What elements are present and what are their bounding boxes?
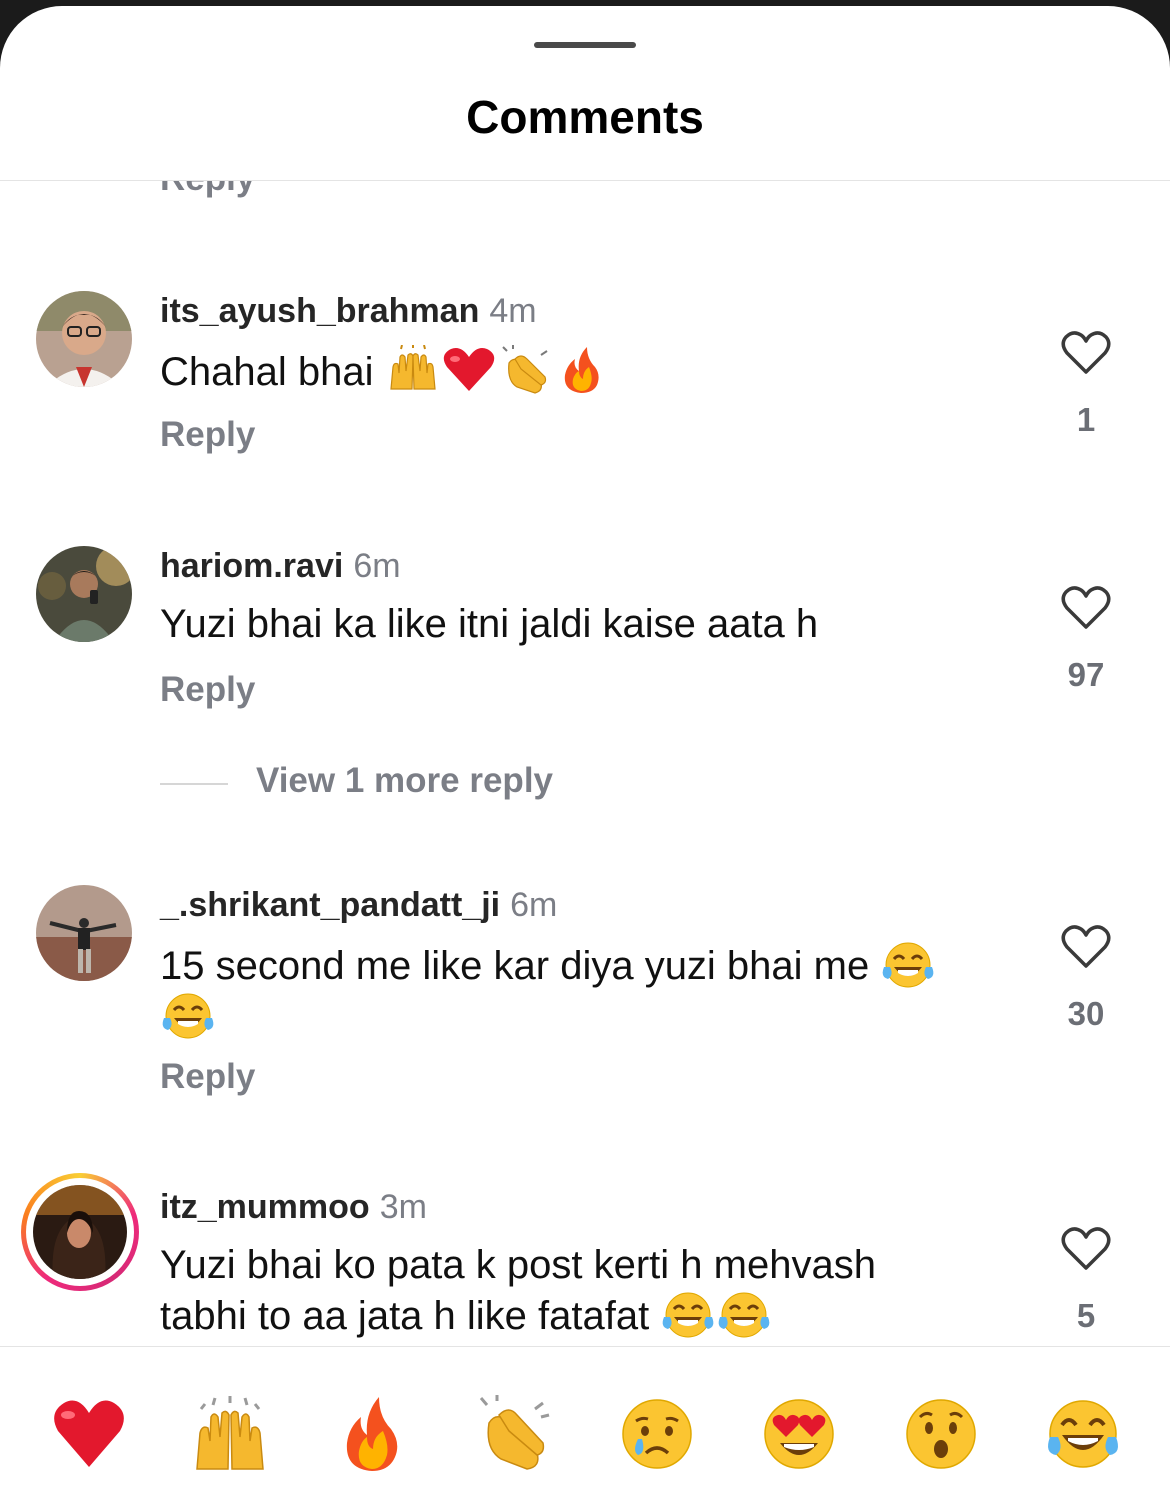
username[interactable]: _.shrikant_pandatt_ji xyxy=(160,886,500,924)
avatar[interactable] xyxy=(36,291,132,387)
comment-meta: hariom.ravi 6m xyxy=(160,546,401,586)
heart-outline-icon[interactable] xyxy=(1061,331,1111,375)
timestamp: 4m xyxy=(489,292,537,330)
tears-of-joy-emoji-icon xyxy=(660,1289,716,1339)
comment-meta: _.shrikant_pandatt_ji 6m xyxy=(160,885,557,925)
sheet-grabber[interactable] xyxy=(534,42,636,48)
comment-meta: its_ayush_brahman 4m xyxy=(160,291,537,331)
heart-outline-icon[interactable] xyxy=(1061,1227,1111,1271)
red-heart-emoji-icon xyxy=(441,345,497,395)
view-more-replies[interactable]: View 1 more reply xyxy=(160,761,760,805)
tears-of-joy-emoji-icon xyxy=(880,939,936,989)
comment-text: Yuzi bhai ka like itni jaldi kaise aata … xyxy=(160,602,819,646)
like-count: 30 xyxy=(1067,995,1105,1032)
timestamp: 6m xyxy=(353,547,401,585)
reply-button[interactable]: Reply xyxy=(160,415,255,455)
like-column: 5 xyxy=(1046,1227,1126,1335)
tears-of-joy-icon[interactable] xyxy=(1044,1395,1122,1473)
quick-reaction-bar xyxy=(0,1346,1170,1489)
like-column: 97 xyxy=(1046,586,1126,694)
surprised-face-icon[interactable] xyxy=(902,1395,980,1473)
thread-line xyxy=(160,783,228,785)
comment-text-body: 15 second me like kar diya yuzi bhai me xyxy=(160,944,870,988)
heart-eyes-icon[interactable] xyxy=(760,1395,838,1473)
fire-emoji-icon xyxy=(553,345,609,395)
comment-text-body: Chahal bhai xyxy=(160,350,374,394)
comments-sheet: Comments Reply its_ayush_brahman 4m xyxy=(0,6,1170,1489)
comment-text: Chahal bhai xyxy=(160,345,1010,396)
comments-list[interactable]: Reply its_ayush_brahman4m Chahal xyxy=(0,181,1170,1345)
view-more-replies-label: View 1 more reply xyxy=(256,761,554,800)
reply-button[interactable]: Reply xyxy=(160,1057,255,1097)
comment-meta: itz_mummoo 3m xyxy=(160,1187,427,1227)
timestamp: 3m xyxy=(379,1188,427,1226)
tears-of-joy-emoji-icon xyxy=(160,990,216,1040)
heart-outline-icon[interactable] xyxy=(1061,925,1111,969)
like-count: 5 xyxy=(1076,1297,1096,1334)
avatar-story-ring[interactable] xyxy=(21,1173,139,1291)
raising-hands-emoji-icon xyxy=(385,345,441,395)
username[interactable]: itz_mummoo xyxy=(160,1188,370,1226)
comment-text: 15 second me like kar diya yuzi bhai me xyxy=(160,939,1010,1041)
like-column: 1 xyxy=(1046,331,1126,439)
clapping-hands-emoji-icon xyxy=(497,345,553,395)
like-count: 1 xyxy=(1076,401,1096,438)
sheet-title: Comments xyxy=(466,91,704,143)
reply-button[interactable]: Reply xyxy=(160,670,255,710)
like-count: 97 xyxy=(1067,656,1105,693)
clapping-hands-icon[interactable] xyxy=(475,1395,553,1473)
fire-icon[interactable] xyxy=(333,1395,411,1473)
heart-outline-icon[interactable] xyxy=(1061,586,1111,630)
comment-text: Yuzi bhai ko pata k post kerti h mehvash… xyxy=(160,1241,960,1340)
username[interactable]: hariom.ravi xyxy=(160,547,343,585)
avatar xyxy=(33,1185,127,1279)
crying-face-icon[interactable] xyxy=(618,1395,696,1473)
username[interactable]: its_ayush_brahman xyxy=(160,292,479,330)
timestamp: 6m xyxy=(510,886,558,924)
avatar[interactable] xyxy=(36,546,132,642)
raising-hands-icon[interactable] xyxy=(191,1395,269,1473)
like-column: 30 xyxy=(1046,925,1126,1033)
reply-button[interactable]: Reply xyxy=(160,181,255,199)
tears-of-joy-emoji-icon xyxy=(716,1289,772,1339)
avatar[interactable] xyxy=(36,885,132,981)
red-heart-icon[interactable] xyxy=(50,1395,128,1473)
